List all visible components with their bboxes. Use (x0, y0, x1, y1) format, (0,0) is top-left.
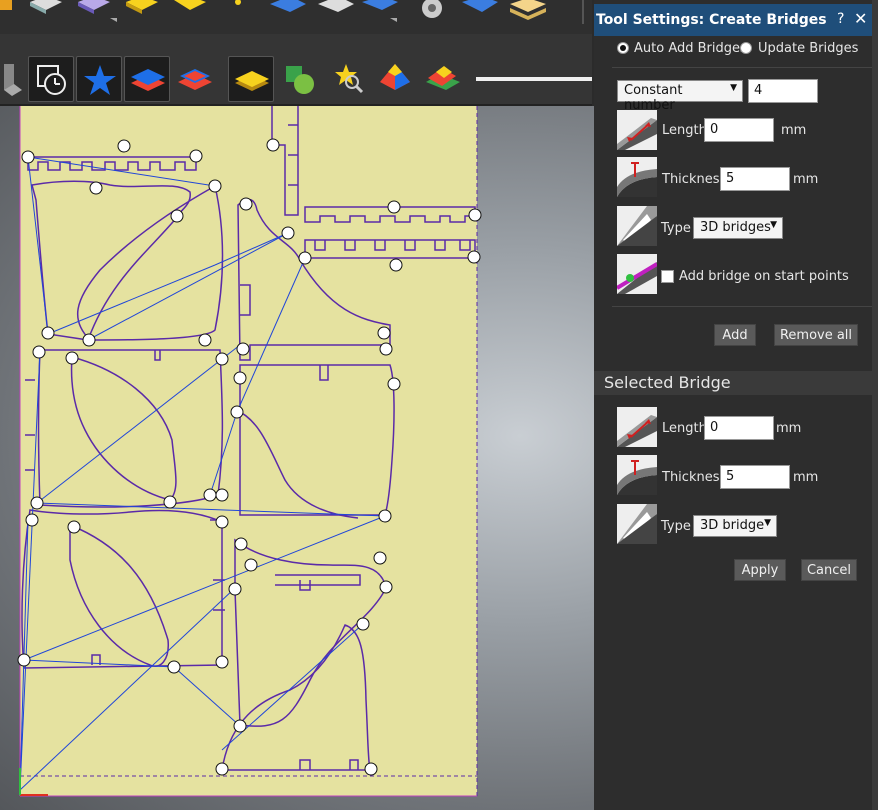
main-toolbar (0, 0, 592, 106)
thickness-icon (617, 455, 657, 495)
cancel-button[interactable]: Cancel (801, 559, 857, 581)
selected-thickness-label: Thickness (662, 470, 727, 485)
star-shape-icon[interactable] (76, 56, 122, 102)
history-icon[interactable] (28, 56, 74, 102)
count-mode-select[interactable]: Constant number ▼ (617, 80, 743, 113)
tool-settings-panel: Tool Settings: Create Bridges ? ✕ Auto A… (594, 0, 878, 810)
selected-type-label: Type (661, 519, 691, 534)
close-icon[interactable]: ✕ (854, 9, 867, 28)
update-bridges-radio[interactable] (740, 42, 752, 54)
bridge-type-value: 3D bridges (700, 220, 771, 235)
selected-length-label: Length (662, 421, 707, 436)
node-edit-icon[interactable] (278, 56, 324, 102)
update-bridges-label: Update Bridges (758, 41, 859, 56)
bridge-type-select[interactable]: 3D bridges ▼ (693, 217, 783, 239)
panel-titlebar: Tool Settings: Create Bridges ? ✕ (594, 4, 878, 36)
thickness-icon (617, 157, 657, 197)
selected-thickness-unit: mm (793, 470, 819, 485)
pyramid-icon[interactable] (372, 56, 418, 102)
design-viewport[interactable] (0, 106, 594, 810)
start-points-checkbox[interactable] (661, 270, 674, 283)
thickness-label: Thickness (662, 172, 727, 187)
bridge-count-input[interactable]: 4 (748, 79, 818, 103)
add-button[interactable]: Add (714, 324, 756, 346)
color-layers-icon[interactable] (420, 56, 466, 102)
layer-blue-icon[interactable] (124, 56, 170, 102)
divider (612, 67, 872, 68)
length-label: Length (662, 123, 707, 138)
length-icon (617, 110, 657, 150)
toolbar-scrollbar[interactable] (476, 77, 592, 81)
remove-all-button[interactable]: Remove all (774, 324, 858, 346)
chevron-down-icon: ▼ (730, 83, 737, 93)
find-star-icon[interactable] (326, 56, 372, 102)
toolbar-top-row (0, 0, 592, 34)
selected-length-input[interactable]: 0 (704, 416, 774, 440)
selected-length-unit: mm (776, 421, 802, 436)
auto-add-label: Auto Add Bridges (634, 41, 747, 56)
thickness-unit: mm (793, 172, 819, 187)
divider (612, 306, 872, 307)
selected-bridge-type-value: 3D bridge (700, 518, 765, 533)
chevron-down-icon: ▼ (770, 220, 777, 230)
length-icon (617, 407, 657, 447)
layer-yellow-icon[interactable] (228, 56, 274, 102)
start-points-label: Add bridge on start points (679, 269, 849, 284)
bridge-type-icon (617, 504, 657, 544)
length-input[interactable]: 0 (704, 118, 774, 142)
selected-bridge-header: Selected Bridge (594, 371, 872, 395)
selected-bridge-type-select[interactable]: 3D bridge ▼ (693, 515, 777, 537)
right-edge-panel (872, 0, 878, 810)
help-icon[interactable]: ? (837, 11, 844, 27)
start-point-icon (617, 254, 657, 294)
chevron-down-icon: ▼ (764, 518, 771, 528)
toolpath-canvas[interactable] (0, 106, 594, 810)
thickness-input[interactable]: 5 (720, 167, 790, 191)
apply-button[interactable]: Apply (734, 559, 786, 581)
length-unit: mm (781, 123, 807, 138)
selected-thickness-input[interactable]: 5 (720, 465, 790, 489)
layer-red-icon[interactable] (172, 56, 218, 102)
count-mode-value: Constant number (624, 83, 683, 113)
panel-title: Tool Settings: Create Bridges (596, 12, 827, 28)
auto-add-radio[interactable] (617, 42, 629, 54)
type-label: Type (661, 221, 691, 236)
selected-bridge-heading: Selected Bridge (604, 373, 731, 392)
bridge-type-icon (617, 206, 657, 246)
